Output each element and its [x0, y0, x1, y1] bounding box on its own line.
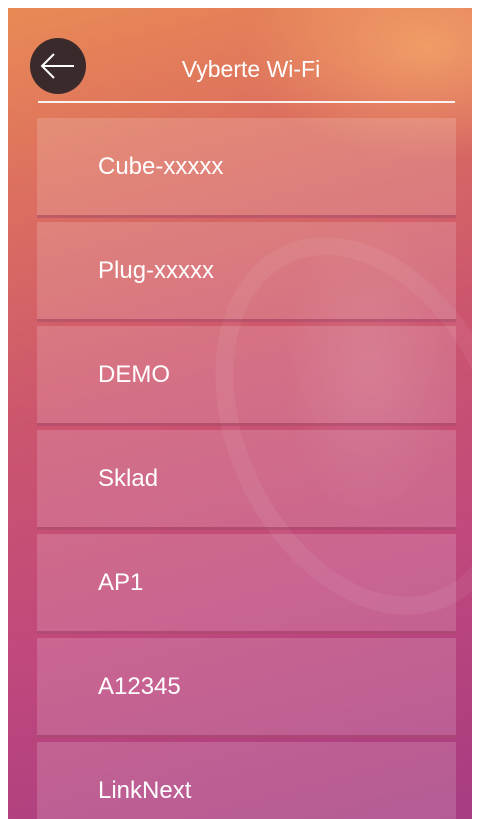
- wifi-network-name: Plug-xxxxx: [98, 256, 215, 284]
- wifi-network-item[interactable]: Cube-xxxxx: [37, 118, 456, 218]
- wifi-network-name: AP1: [98, 568, 144, 596]
- wifi-network-name: A12345: [98, 672, 181, 700]
- wifi-network-item[interactable]: Sklad: [37, 430, 456, 530]
- wifi-network-item[interactable]: DEMO: [37, 326, 456, 426]
- header-divider: [38, 101, 455, 103]
- wifi-network-name: LinkNext: [98, 776, 192, 804]
- wifi-network-list: Cube-xxxxx Plug-xxxxx DEMO Sklad AP1 A12…: [37, 118, 456, 819]
- wifi-network-item[interactable]: AP1: [37, 534, 456, 634]
- wifi-network-name: Sklad: [98, 464, 159, 492]
- wifi-network-item[interactable]: A12345: [37, 638, 456, 738]
- page-title: Vyberte Wi-Fi: [181, 56, 321, 82]
- wifi-network-item[interactable]: Plug-xxxxx: [37, 222, 456, 322]
- header: Vyberte Wi-Fi: [8, 8, 472, 108]
- wifi-network-name: DEMO: [98, 360, 170, 388]
- wifi-network-name: Cube-xxxxx: [98, 152, 224, 180]
- wifi-network-item[interactable]: LinkNext: [37, 742, 456, 819]
- wifi-select-screen: Vyberte Wi-Fi Cube-xxxxx Plug-xxxxx DEMO…: [8, 8, 472, 819]
